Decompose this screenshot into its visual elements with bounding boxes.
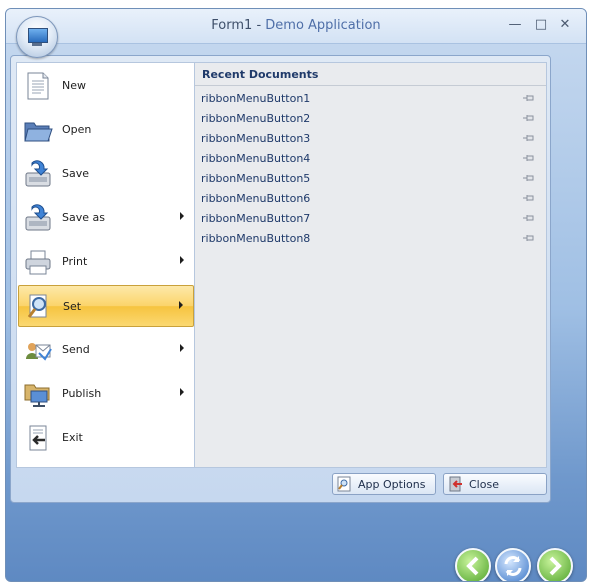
recent-document-item[interactable]: ribbonMenuButton6 bbox=[199, 189, 539, 208]
menu-item-new[interactable]: New bbox=[18, 65, 194, 107]
app-options-button[interactable]: App Options bbox=[332, 473, 436, 495]
close-window-button[interactable]: ✕ bbox=[556, 17, 574, 32]
maximize-button[interactable]: □ bbox=[532, 17, 550, 32]
recent-document-label: ribbonMenuButton3 bbox=[201, 132, 311, 145]
pin-icon[interactable] bbox=[523, 174, 535, 182]
recent-documents-title: Recent Documents bbox=[202, 68, 319, 81]
recent-document-label: ribbonMenuButton8 bbox=[201, 232, 311, 245]
open-folder-icon bbox=[24, 122, 53, 142]
menu-item-send[interactable]: Send bbox=[18, 329, 194, 371]
menu-item-save-as[interactable]: Save as bbox=[18, 197, 194, 239]
menu-item-save[interactable]: Save bbox=[18, 153, 194, 195]
menu-item-set[interactable]: Set bbox=[18, 285, 194, 327]
recent-document-label: ribbonMenuButton5 bbox=[201, 172, 311, 185]
back-arrow-icon bbox=[466, 556, 479, 576]
exit-icon bbox=[29, 425, 47, 451]
menu-item-publish[interactable]: Publish bbox=[18, 373, 194, 415]
pin-icon[interactable] bbox=[523, 114, 535, 122]
publish-network-icon bbox=[24, 384, 50, 407]
recent-document-label: ribbonMenuButton7 bbox=[201, 212, 311, 225]
submenu-arrow-icon bbox=[179, 301, 183, 309]
save-icon bbox=[25, 160, 51, 187]
recent-document-label: ribbonMenuButton1 bbox=[201, 92, 311, 105]
recent-document-item[interactable]: ribbonMenuButton4 bbox=[199, 149, 539, 168]
minimize-button[interactable]: — bbox=[506, 17, 524, 32]
menu-item-print[interactable]: Print bbox=[18, 241, 194, 283]
pin-icon[interactable] bbox=[523, 194, 535, 202]
menu-item-label: Print bbox=[62, 255, 88, 268]
application-window: Form1 - Demo Application — □ ✕ New Open … bbox=[5, 8, 587, 582]
recent-document-label: ribbonMenuButton4 bbox=[201, 152, 311, 165]
back-button[interactable] bbox=[455, 548, 491, 581]
pin-icon[interactable] bbox=[523, 94, 535, 102]
submenu-arrow-icon bbox=[180, 388, 184, 396]
recent-document-item[interactable]: ribbonMenuButton1 bbox=[199, 89, 539, 108]
window-title: Form1 - Demo Application bbox=[6, 18, 586, 33]
recent-document-label: ribbonMenuButton6 bbox=[201, 192, 311, 205]
pin-icon[interactable] bbox=[523, 214, 535, 222]
application-orb-button[interactable] bbox=[16, 16, 58, 58]
printer-icon bbox=[25, 250, 51, 275]
save-as-icon bbox=[25, 204, 51, 231]
recent-documents-header: Recent Documents bbox=[195, 63, 546, 86]
window-title-prefix: Form1 - bbox=[211, 18, 266, 33]
application-menu: New Open Save Save as Print Set Send Pub… bbox=[10, 55, 551, 503]
app-options-icon bbox=[337, 476, 351, 492]
recent-document-item[interactable]: ribbonMenuButton8 bbox=[199, 229, 539, 248]
menu-item-open[interactable]: Open bbox=[18, 109, 194, 151]
menu-item-label: Open bbox=[62, 123, 92, 136]
menu-item-label: Exit bbox=[62, 431, 83, 444]
pin-icon[interactable] bbox=[523, 154, 535, 162]
recent-documents-pane: Recent Documents ribbonMenuButton1 ribbo… bbox=[195, 62, 547, 468]
menu-item-label: Save as bbox=[62, 211, 105, 224]
new-document-icon bbox=[27, 72, 49, 100]
forward-button[interactable] bbox=[537, 548, 573, 581]
submenu-arrow-icon bbox=[180, 256, 184, 264]
close-door-icon bbox=[449, 476, 462, 492]
pin-icon[interactable] bbox=[523, 234, 535, 242]
close-menu-button[interactable]: Close bbox=[443, 473, 547, 495]
close-menu-label: Close bbox=[469, 478, 499, 491]
settings-magnifier-icon bbox=[27, 294, 47, 318]
recent-document-label: ribbonMenuButton2 bbox=[201, 112, 311, 125]
menu-item-label: Publish bbox=[62, 387, 102, 400]
recent-document-item[interactable]: ribbonMenuButton5 bbox=[199, 169, 539, 188]
refresh-icon bbox=[504, 556, 522, 576]
pin-icon[interactable] bbox=[523, 134, 535, 142]
send-people-icon bbox=[26, 343, 52, 361]
menu-item-label: Send bbox=[62, 343, 90, 356]
menu-item-label: Set bbox=[63, 300, 82, 313]
submenu-arrow-icon bbox=[180, 212, 184, 220]
submenu-arrow-icon bbox=[180, 344, 184, 352]
recent-document-item[interactable]: ribbonMenuButton7 bbox=[199, 209, 539, 228]
menu-item-label: New bbox=[62, 79, 86, 92]
refresh-button[interactable] bbox=[495, 548, 531, 581]
app-options-label: App Options bbox=[358, 478, 426, 491]
recent-document-item[interactable]: ribbonMenuButton2 bbox=[199, 109, 539, 128]
window-title-app: Demo Application bbox=[265, 18, 381, 33]
recent-document-item[interactable]: ribbonMenuButton3 bbox=[199, 129, 539, 148]
menu-item-label: Save bbox=[62, 167, 90, 180]
title-bar: Form1 - Demo Application — □ ✕ bbox=[6, 9, 586, 44]
menu-items-pane: New Open Save Save as Print Set Send Pub… bbox=[16, 62, 195, 468]
forward-arrow-icon bbox=[549, 556, 562, 576]
menu-item-exit[interactable]: Exit bbox=[18, 417, 194, 459]
